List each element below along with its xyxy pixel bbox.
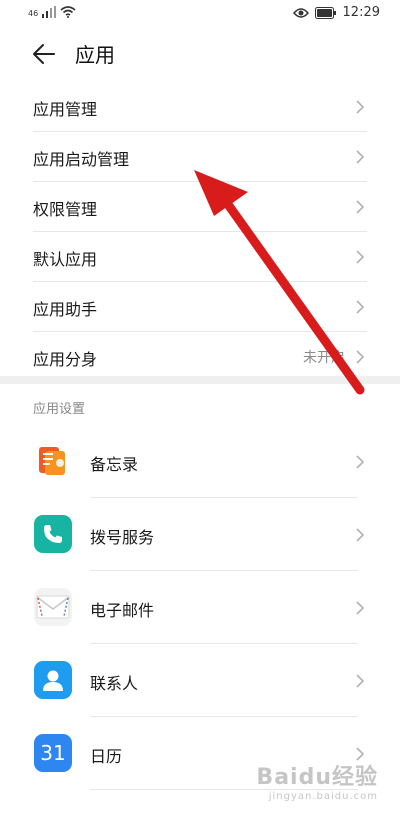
watermark-brand: Baidu经验 [256,765,378,790]
calendar-icon-date: 31 [40,741,66,765]
clock: 12:29 [342,5,380,20]
app-item-label: 日历 [90,747,123,766]
contact-icon [34,661,72,699]
chevron-right-icon [356,200,365,214]
menu-item-label: 应用助手 [33,300,98,319]
chevron-right-icon [356,674,365,688]
chevron-right-icon [356,601,365,615]
settings-menu: 应用管理 应用启动管理 权限管理 默认应用 应用助手 应用分身 未开启 [33,82,367,381]
page-title: 应用 [75,43,115,67]
header: 应用 [0,26,400,82]
menu-item-label: 默认应用 [33,250,98,269]
menu-item-permission-management[interactable]: 权限管理 [33,182,367,232]
app-item-label: 联系人 [90,674,139,693]
status-bar: 46 12:29 [0,0,400,26]
section-title: 应用设置 [33,402,86,417]
phone-icon [34,515,72,553]
watermark-url: jingyan.baidu.com [268,791,378,802]
chevron-right-icon [356,455,365,469]
chevron-right-icon [356,300,365,314]
calendar-icon: 31 [34,734,72,772]
back-arrow-icon[interactable] [30,40,58,68]
menu-item-app-assistant[interactable]: 应用助手 [33,282,367,332]
chevron-right-icon [356,100,365,114]
app-item-contacts[interactable]: 联系人 [0,644,400,717]
signal-icon [42,6,57,18]
menu-item-default-apps[interactable]: 默认应用 [33,232,367,282]
menu-item-app-management[interactable]: 应用管理 [33,82,367,132]
status-left: 46 [28,6,76,18]
notepad-icon [34,442,72,480]
app-item-label: 电子邮件 [90,601,155,620]
chevron-right-icon [356,150,365,164]
menu-item-label: 权限管理 [33,200,98,219]
eye-comfort-icon [292,7,309,18]
watermark: Baidu经验 jingyan.baidu.com [256,759,378,802]
envelope-icon [34,588,72,626]
menu-item-app-twin[interactable]: 应用分身 未开启 [33,332,367,381]
chevron-right-icon [356,250,365,264]
battery-icon [314,6,336,19]
app-item-label: 备忘录 [90,455,139,474]
network-type-label: 46 [28,9,39,18]
app-item-label: 拨号服务 [90,528,155,547]
menu-item-label: 应用管理 [33,100,98,119]
chevron-right-icon [356,350,365,364]
menu-item-label: 应用分身 [33,350,98,369]
chevron-right-icon [356,528,365,542]
status-right: 12:29 [292,5,380,20]
menu-item-label: 应用启动管理 [33,150,130,169]
app-item-dialer[interactable]: 拨号服务 [0,498,400,571]
app-settings-list: 备忘录 拨号服务 电子邮件 联系人 31 日历 [0,425,400,790]
menu-item-value: 未开启 [303,350,345,366]
app-item-email[interactable]: 电子邮件 [0,571,400,644]
section-divider [0,376,400,384]
wifi-icon [60,6,76,18]
app-item-notes[interactable]: 备忘录 [0,425,400,498]
menu-item-app-launch-management[interactable]: 应用启动管理 [33,132,367,182]
